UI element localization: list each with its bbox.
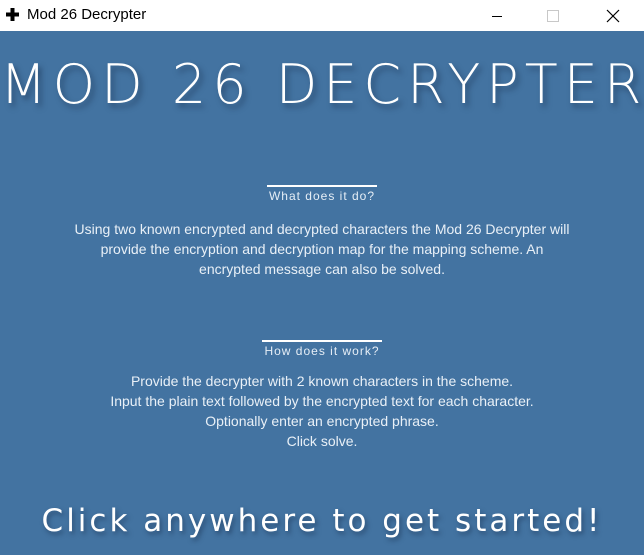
- how-line: Click solve.: [286, 433, 358, 449]
- what-line: encrypted message can also be solved.: [199, 261, 445, 277]
- maximize-button[interactable]: [530, 0, 576, 31]
- how-line: Optionally enter an encrypted phrase.: [205, 413, 439, 429]
- how-description: Provide the decrypter with 2 known chara…: [50, 371, 594, 451]
- start-area[interactable]: MOD 26 DECRYPTER What does it do? Using …: [0, 31, 644, 555]
- maximize-icon: [547, 9, 559, 22]
- close-icon: [606, 9, 620, 22]
- plus-icon: [6, 8, 19, 21]
- minimize-button[interactable]: [474, 0, 520, 31]
- what-description: Using two known encrypted and decrypted …: [50, 219, 594, 279]
- close-button[interactable]: [590, 0, 636, 31]
- how-line: Input the plain text followed by the enc…: [110, 393, 534, 409]
- what-heading-container: What does it do?: [0, 185, 644, 204]
- what-line: Using two known encrypted and decrypted …: [74, 221, 570, 237]
- minimize-icon: [492, 15, 502, 17]
- what-line: provide the encryption and decryption ma…: [100, 241, 544, 257]
- how-heading: How does it work?: [262, 340, 382, 358]
- page-title: MOD 26 DECRYPTER: [0, 53, 644, 116]
- how-heading-container: How does it work?: [0, 340, 644, 359]
- how-line: Provide the decrypter with 2 known chara…: [130, 373, 514, 389]
- what-heading: What does it do?: [266, 185, 378, 203]
- window-title: Mod 26 Decrypter: [27, 6, 147, 23]
- title-bar[interactable]: Mod 26 Decrypter: [0, 0, 644, 31]
- get-started-prompt[interactable]: Click anywhere to get started!: [0, 503, 644, 539]
